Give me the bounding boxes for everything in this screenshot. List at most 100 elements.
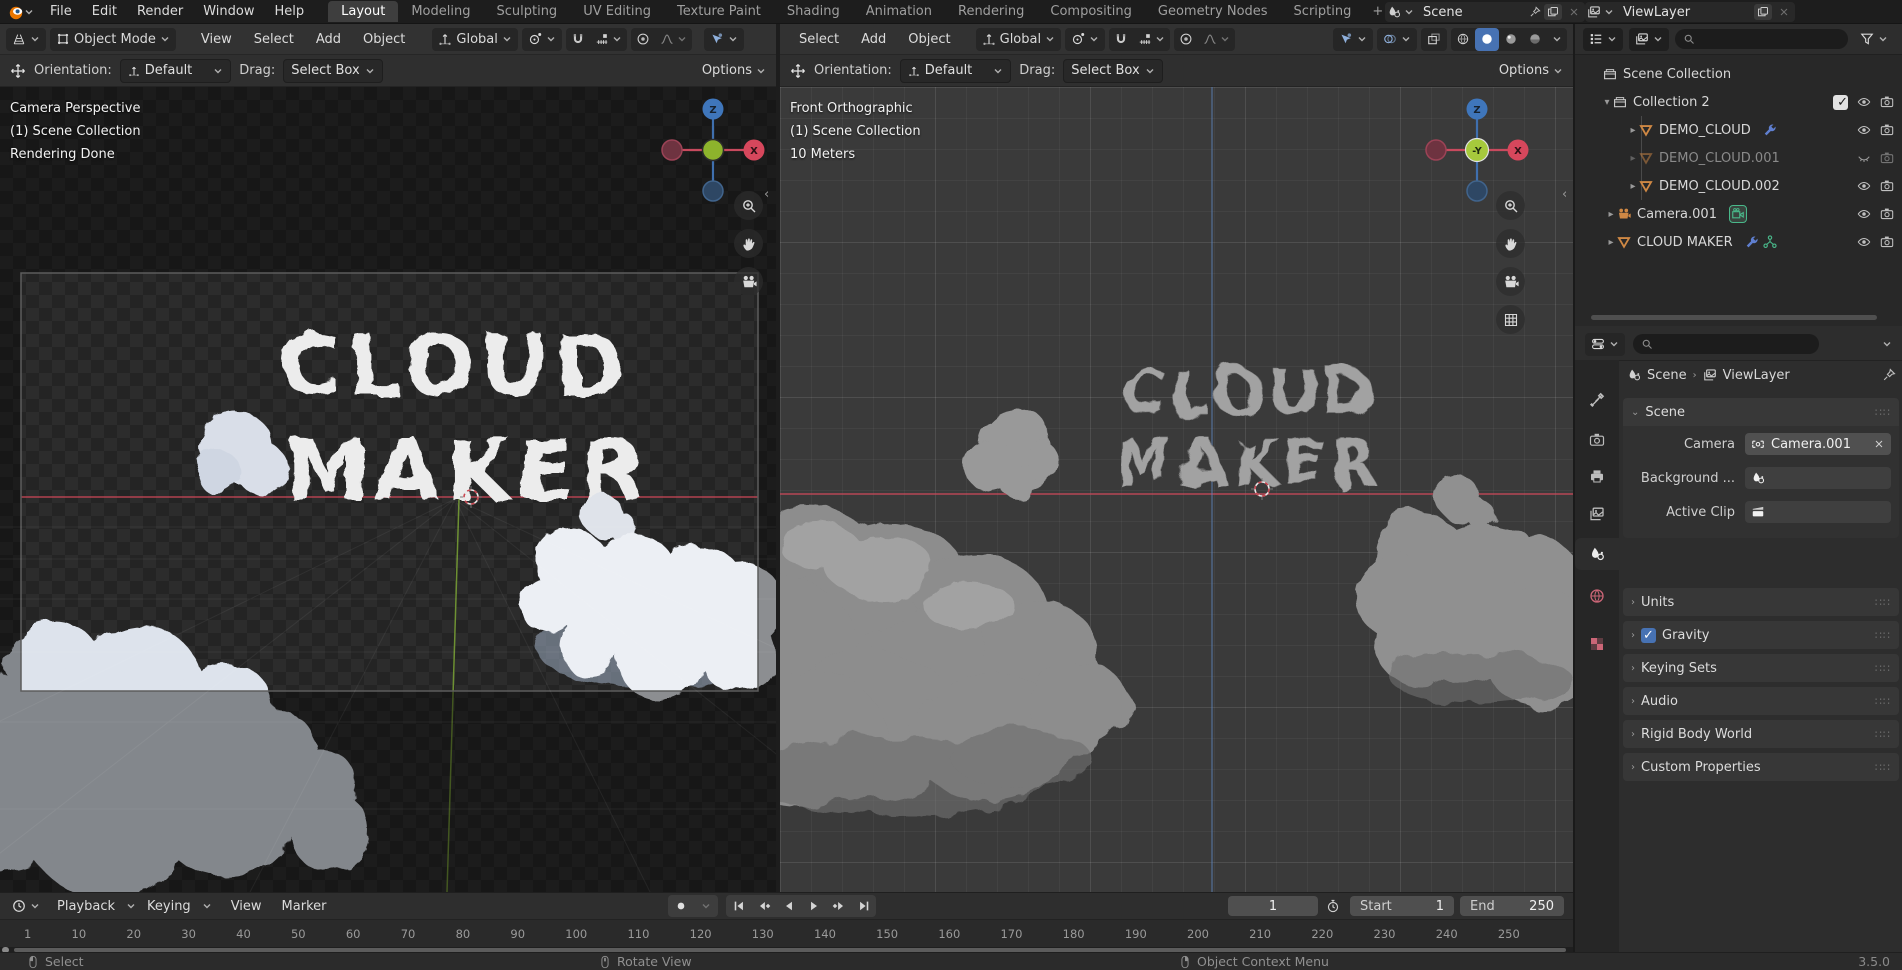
zoom-button[interactable]: [734, 191, 763, 220]
frame-tick[interactable]: 20: [126, 927, 141, 941]
workspace-tab[interactable]: Animation: [853, 1, 945, 22]
viewlayer-name[interactable]: ViewLayer: [1617, 5, 1751, 20]
shading-material-button[interactable]: [1499, 28, 1523, 51]
camera-view-button[interactable]: [734, 267, 763, 296]
outliner-row-scene-collection[interactable]: Scene Collection: [1575, 60, 1902, 88]
expand-arrow-icon[interactable]: ▸: [1627, 153, 1639, 164]
zoom-button[interactable]: [1496, 191, 1525, 220]
eye-icon[interactable]: [1857, 179, 1871, 193]
render-visibility-icon[interactable]: [1880, 95, 1894, 109]
modifier-wrench-icon[interactable]: [1763, 123, 1777, 137]
orientation-dropdown[interactable]: Global: [975, 27, 1062, 51]
keying-set-dropdown[interactable]: [693, 895, 718, 917]
viewlayer-icon[interactable]: [1587, 5, 1601, 19]
keying-menu[interactable]: Keying: [138, 897, 200, 916]
outliner-search-input[interactable]: [1675, 29, 1848, 49]
marker-menu[interactable]: Marker: [273, 897, 336, 916]
new-viewlayer-button[interactable]: [1754, 4, 1772, 20]
frame-tick[interactable]: 160: [938, 927, 960, 941]
topbar-menu-item[interactable]: Window: [193, 2, 264, 21]
viewport-left-canvas[interactable]: CLOUD MAKER Camera Perspective (1) Scene…: [0, 87, 776, 892]
expand-arrow-icon[interactable]: ▾: [1601, 97, 1613, 108]
render-visibility-icon[interactable]: [1880, 179, 1894, 193]
jump-to-end-button[interactable]: [851, 895, 876, 917]
frame-tick[interactable]: 190: [1125, 927, 1147, 941]
new-scene-button[interactable]: [1544, 4, 1562, 20]
drag-dots-icon[interactable]: ∷∷: [1875, 662, 1891, 675]
workspace-tab[interactable]: Geometry Nodes: [1145, 1, 1281, 22]
workspace-tab[interactable]: Sculpting: [483, 1, 570, 22]
options-dropdown[interactable]: Options: [1499, 63, 1563, 78]
background-scene-field[interactable]: [1745, 467, 1891, 489]
active-clip-field[interactable]: [1745, 501, 1891, 523]
frame-tick[interactable]: 220: [1311, 927, 1333, 941]
gravity-checkbox[interactable]: ✓: [1641, 627, 1656, 643]
drag-dots-icon[interactable]: ∷∷: [1875, 596, 1891, 609]
tab-output[interactable]: [1575, 460, 1619, 492]
frame-tick[interactable]: 180: [1063, 927, 1085, 941]
drag-dots-icon[interactable]: ∷∷: [1875, 695, 1891, 708]
outliner-row-cloud-maker[interactable]: ▸ CLOUD MAKER: [1575, 228, 1902, 256]
pivot-dropdown[interactable]: [1065, 27, 1106, 51]
viewport-menu-item[interactable]: Select: [243, 30, 305, 49]
orientation-select[interactable]: Default: [119, 58, 232, 83]
viewport-menu-item[interactable]: Add: [305, 30, 352, 49]
show-gizmo-dropdown[interactable]: [1333, 27, 1373, 51]
drag-select[interactable]: Select Box: [283, 58, 383, 83]
workspace-tab[interactable]: Shading: [774, 1, 853, 22]
show-overlays-dropdown[interactable]: [1377, 27, 1417, 51]
frame-tick[interactable]: 100: [565, 927, 587, 941]
options-dropdown[interactable]: Options: [702, 63, 766, 78]
tab-scene[interactable]: [1575, 538, 1619, 570]
pin-icon[interactable]: [1529, 6, 1541, 18]
shading-dropdown[interactable]: [1547, 28, 1567, 51]
expand-arrow-icon[interactable]: ▸: [1627, 125, 1639, 136]
chevron-down-icon[interactable]: [1404, 7, 1414, 17]
mode-dropdown[interactable]: Object Mode: [50, 27, 176, 51]
viewport-menu-item[interactable]: View: [190, 30, 243, 49]
outliner-scrollbar[interactable]: [1591, 315, 1877, 320]
workspace-tab[interactable]: Texture Paint: [664, 1, 774, 22]
eye-icon[interactable]: [1857, 95, 1871, 109]
properties-search-input[interactable]: [1633, 334, 1819, 354]
breadcrumb-viewlayer[interactable]: ViewLayer: [1723, 368, 1790, 383]
drag-dots-icon[interactable]: ∷∷: [1875, 629, 1891, 642]
camera-field[interactable]: Camera.001: [1745, 433, 1891, 455]
timeline-editor-type-button[interactable]: [6, 895, 46, 918]
outliner-row-demo-cloud-001[interactable]: ▸ DEMO_CLOUD.001: [1575, 144, 1902, 172]
falloff-dropdown[interactable]: [1198, 28, 1235, 51]
shading-solid-button[interactable]: [1475, 27, 1499, 51]
falloff-dropdown[interactable]: [655, 28, 692, 51]
orientation-dropdown[interactable]: Global: [432, 27, 518, 51]
frame-tick[interactable]: 110: [627, 927, 649, 941]
move-tool-icon[interactable]: [790, 63, 806, 79]
frame-tick[interactable]: 210: [1249, 927, 1271, 941]
outliner-row-camera-001[interactable]: ▸ Camera.001: [1575, 200, 1902, 228]
outliner-row-demo-cloud-002[interactable]: ▸ DEMO_CLOUD.002: [1575, 172, 1902, 200]
drag-dots-icon[interactable]: ∷∷: [1875, 406, 1891, 419]
drag-dots-icon[interactable]: ∷∷: [1875, 728, 1891, 741]
eye-closed-icon[interactable]: [1857, 151, 1871, 165]
clear-icon[interactable]: [1873, 438, 1885, 450]
proportional-editing-toggle[interactable]: [1174, 28, 1198, 51]
region-collapse-arrow[interactable]: ‹: [1562, 187, 1567, 202]
panel-rigid-body-world[interactable]: › Rigid Body World ∷∷: [1623, 720, 1899, 748]
pan-button[interactable]: [1496, 229, 1525, 258]
topbar-menu-item[interactable]: Render: [127, 2, 193, 21]
modifier-wrench-icon[interactable]: [1745, 235, 1759, 249]
orientation-select[interactable]: Default: [899, 58, 1012, 83]
scene-name[interactable]: Scene: [1417, 5, 1526, 20]
filter-dropdown[interactable]: [1854, 28, 1894, 51]
frame-tick[interactable]: 150: [876, 927, 898, 941]
chevron-down-icon[interactable]: [1882, 339, 1892, 349]
frame-tick[interactable]: 70: [401, 927, 416, 941]
breadcrumb-scene[interactable]: Scene: [1647, 368, 1687, 383]
filter-type-dropdown[interactable]: [1629, 27, 1669, 51]
drag-dots-icon[interactable]: ∷∷: [1875, 761, 1891, 774]
workspace-tab[interactable]: Rendering: [945, 1, 1037, 22]
scene-icon[interactable]: [1387, 5, 1401, 19]
region-collapse-arrow[interactable]: ‹: [764, 187, 769, 202]
current-frame-field[interactable]: 1: [1228, 896, 1318, 916]
playback-menu[interactable]: Playback: [48, 897, 124, 916]
move-tool-icon[interactable]: [10, 63, 26, 79]
